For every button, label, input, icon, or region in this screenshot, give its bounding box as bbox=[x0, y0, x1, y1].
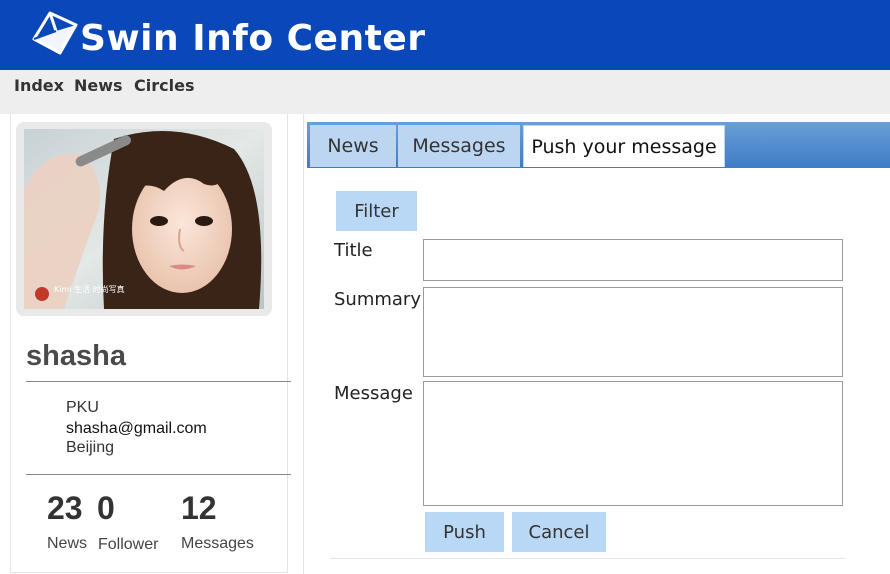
summary-label: Summary bbox=[334, 289, 421, 310]
push-button[interactable]: Push bbox=[425, 512, 504, 552]
photo-caption: Kimi 生活 时尚写真 bbox=[54, 284, 125, 294]
profile-email[interactable]: shasha@gmail.com bbox=[66, 419, 207, 439]
summary-textarea[interactable] bbox=[423, 287, 843, 377]
filter-button[interactable]: Filter bbox=[336, 191, 417, 231]
profile-username: shasha bbox=[26, 340, 126, 372]
stat-messages-label: Messages bbox=[181, 535, 254, 552]
form-divider bbox=[330, 558, 845, 559]
stat-follower-label: Follower bbox=[98, 536, 159, 553]
stat-news-label: News bbox=[47, 535, 88, 552]
tab-messages[interactable]: Messages bbox=[398, 125, 520, 167]
message-textarea[interactable] bbox=[423, 381, 843, 506]
app-title: Swin Info Center bbox=[80, 18, 426, 59]
tab-push-message[interactable]: Push your message bbox=[523, 125, 725, 167]
divider bbox=[26, 381, 291, 382]
message-label: Message bbox=[334, 383, 413, 404]
nav-index[interactable]: Index bbox=[14, 76, 64, 96]
profile-school: PKU bbox=[66, 399, 99, 416]
nav-news[interactable]: News bbox=[74, 76, 123, 96]
title-label: Title bbox=[334, 240, 373, 261]
stat-news-count[interactable]: 23 bbox=[47, 490, 83, 526]
stat-messages-count[interactable]: 12 bbox=[181, 490, 217, 526]
cube-logo-icon[interactable] bbox=[30, 9, 80, 59]
profile-city: Beijing bbox=[66, 439, 115, 456]
cancel-button[interactable]: Cancel bbox=[512, 512, 606, 552]
profile-photo: Kimi 生活 时尚写真 bbox=[24, 129, 264, 309]
tab-news[interactable]: News bbox=[310, 125, 396, 167]
divider bbox=[26, 474, 291, 475]
title-input[interactable] bbox=[423, 239, 843, 281]
nav-circles[interactable]: Circles bbox=[134, 76, 194, 96]
stat-follower-count[interactable]: 0 bbox=[97, 490, 115, 526]
